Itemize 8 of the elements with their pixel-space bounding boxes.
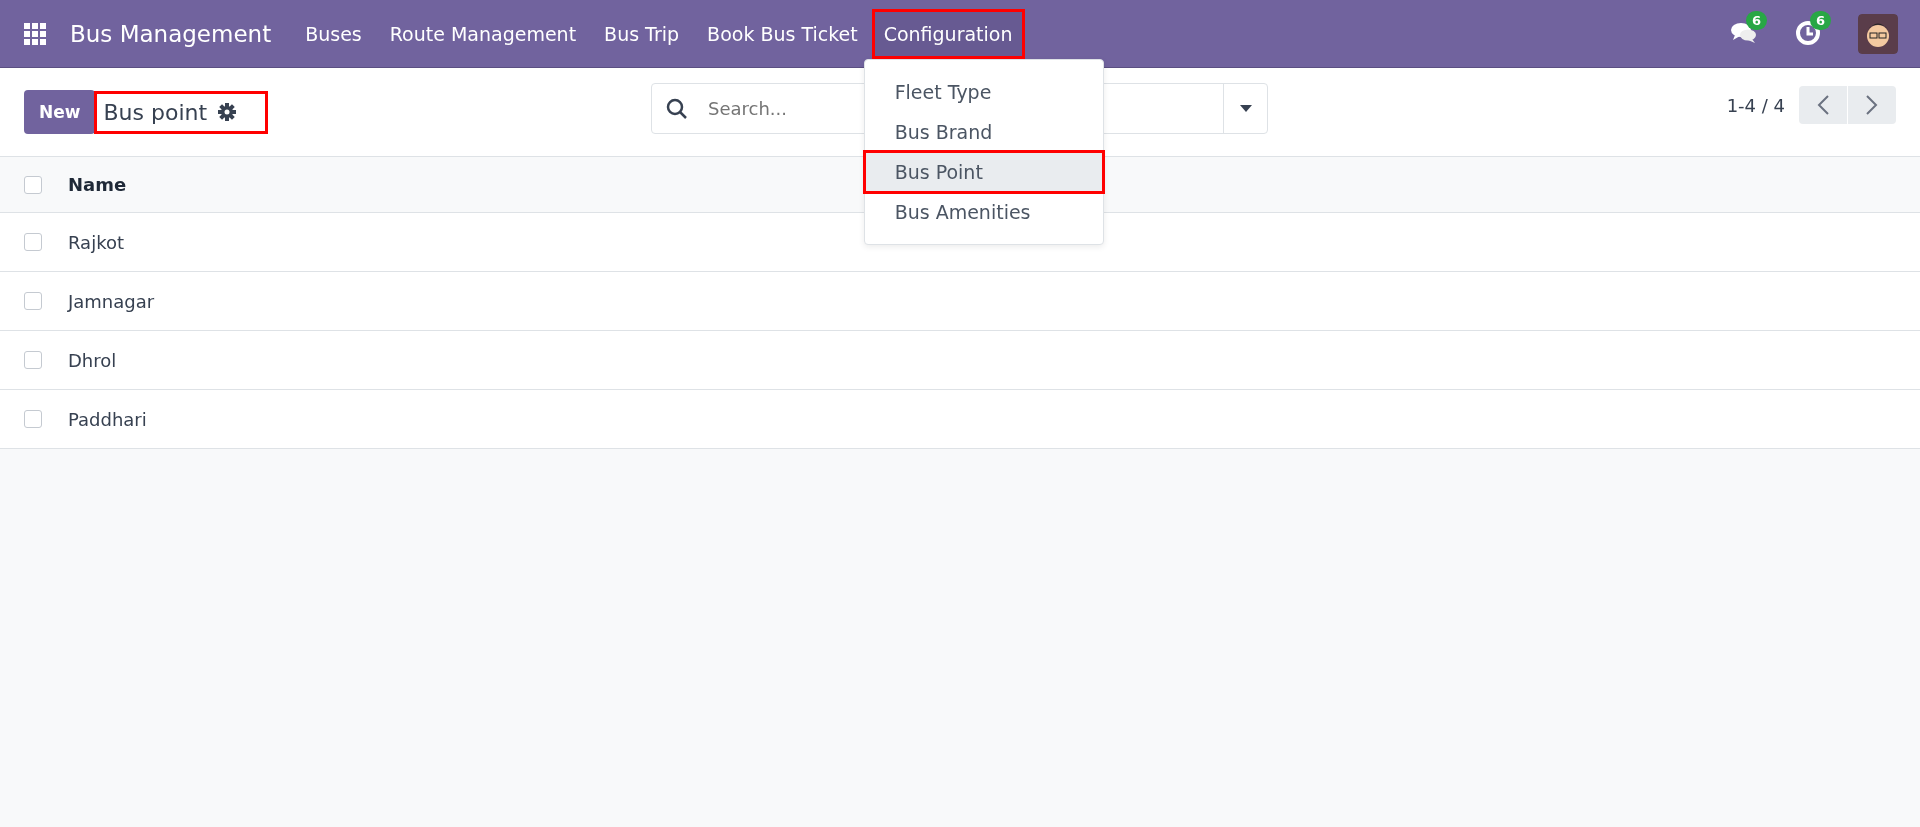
table-cell: Dhrol [68,349,117,371]
activity-count-badge: 6 [1810,10,1832,30]
app-title: Bus Management [70,20,272,47]
message-count-badge: 6 [1746,10,1768,30]
table-cell: Rajkot [68,231,124,253]
table-cell: Paddhari [68,408,147,430]
breadcrumb: Bus point [97,93,266,131]
table-cell: Jamnagar [68,290,155,312]
